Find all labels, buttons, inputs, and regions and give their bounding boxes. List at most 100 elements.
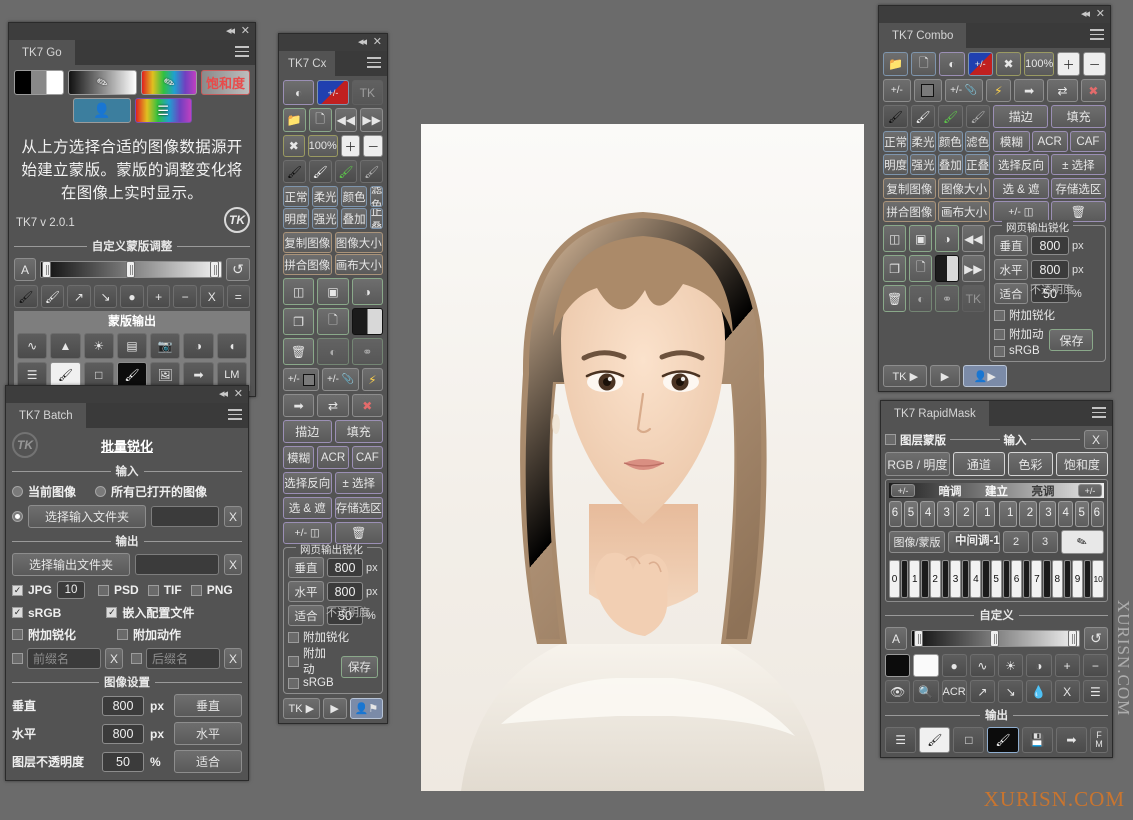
checkbox-suffix[interactable] xyxy=(131,653,142,664)
caf-button[interactable]: CAF xyxy=(351,446,383,469)
piano-key-4-sharp[interactable] xyxy=(982,560,990,598)
tab-tk7-rapidmask[interactable]: TK7 RapidMask xyxy=(881,401,989,426)
swap-icon[interactable]: ⇄ xyxy=(1047,79,1078,102)
panel-menu-icon[interactable] xyxy=(1090,29,1104,40)
image-mask-button[interactable]: 图像/蒙版 xyxy=(889,531,945,553)
source-bw-ramp[interactable] xyxy=(14,70,65,95)
slider-reset-button[interactable]: ↺ xyxy=(1084,627,1108,650)
blend-color[interactable]: 颜色 xyxy=(937,131,963,152)
apply-icon[interactable]: ➡ xyxy=(283,394,315,417)
piano-key-4[interactable]: 4 xyxy=(970,560,982,598)
swap-icon[interactable]: ⇄ xyxy=(317,394,349,417)
jpg-quality-field[interactable]: 10 xyxy=(57,581,86,599)
web-horizontal-button[interactable]: 水平 xyxy=(993,259,1028,280)
source-layers[interactable]: ☰ xyxy=(134,98,192,123)
checkbox-srgb[interactable]: ✓ xyxy=(12,607,23,618)
vertical-value-field[interactable]: 800 xyxy=(102,695,144,716)
merge-icon[interactable]: ◐ xyxy=(317,338,349,365)
horizontal-button[interactable]: 水平 xyxy=(174,722,242,745)
new-layer-icon[interactable]: ◫ xyxy=(883,225,907,252)
piano-key-3[interactable]: 3 xyxy=(950,560,961,598)
invert-selection-button[interactable]: 选择反向 xyxy=(993,154,1049,175)
mask-layer-icon[interactable]: ▣ xyxy=(909,225,933,252)
panel-menu-icon[interactable] xyxy=(1092,407,1106,418)
minus-button[interactable]: − xyxy=(1082,654,1108,677)
zoom-in-icon[interactable]: ＋ xyxy=(1057,52,1081,76)
blend-screen[interactable]: 滤色 xyxy=(370,186,384,207)
plus-minus-marquee-icon[interactable]: +/- ◫ xyxy=(283,522,332,544)
save-selection-button[interactable]: 存储选区 xyxy=(1050,178,1106,199)
light-plus-minus-button[interactable]: +/- xyxy=(1078,484,1102,497)
close-icon[interactable]: ✕ xyxy=(1096,7,1105,21)
web-horizontal-field[interactable]: 800 xyxy=(1030,260,1069,279)
piano-key-8-sharp[interactable] xyxy=(1063,560,1072,598)
mid-3-button[interactable]: 3 xyxy=(1032,531,1058,553)
brush-dark-icon[interactable]: 🖌 xyxy=(987,727,1019,753)
web-vertical-field[interactable]: 800 xyxy=(327,558,363,577)
menu-icon[interactable]: ☰ xyxy=(1082,680,1108,703)
fill-button[interactable]: 填充 xyxy=(1051,105,1106,128)
x-button[interactable]: X xyxy=(1054,680,1080,703)
cancel-x-icon[interactable]: ✖ xyxy=(1080,79,1107,102)
light-5-button[interactable]: 5 xyxy=(1074,501,1089,527)
brush-gray-icon[interactable]: 🖌 xyxy=(965,105,991,128)
brush-black-icon[interactable]: 🖌 xyxy=(883,105,908,128)
tab-tk7-cx[interactable]: TK7 Cx xyxy=(279,51,336,76)
slider-letter-button[interactable]: A xyxy=(885,627,907,650)
clear-output-button[interactable]: X xyxy=(224,554,242,575)
trash-icon[interactable]: 🗑 xyxy=(883,285,907,312)
zoom-out-icon[interactable]: － xyxy=(363,135,384,157)
checkbox-psd[interactable] xyxy=(98,584,110,596)
tab-tk7-combo[interactable]: TK7 Combo xyxy=(879,23,967,48)
collapse-icon[interactable]: ◂◂ xyxy=(226,24,235,38)
checkbox-extra-sharpen[interactable] xyxy=(12,629,23,640)
close-icon[interactable]: ✕ xyxy=(241,24,250,38)
checkbox-png[interactable] xyxy=(190,584,202,596)
x-button[interactable]: X xyxy=(199,285,224,308)
collapse-icon[interactable]: ◂◂ xyxy=(358,35,367,49)
white-swatch[interactable] xyxy=(913,654,939,677)
plus-minus-marquee-icon[interactable]: +/- ◫ xyxy=(993,201,1049,222)
blend-normal[interactable]: 正常 xyxy=(883,131,909,152)
plus-minus-color-icon[interactable]: +/- xyxy=(317,80,349,105)
lightning-icon[interactable]: ⚡ xyxy=(361,368,383,391)
play-button[interactable]: ▶ xyxy=(930,365,960,387)
prefix-input[interactable]: 前缀名 xyxy=(27,648,101,669)
blur-button[interactable]: 模糊 xyxy=(993,131,1030,152)
tk-play-button[interactable]: TK ▶ xyxy=(283,698,320,719)
piano-key-1[interactable]: 1 xyxy=(909,560,921,598)
curves-icon[interactable]: ∿ xyxy=(17,333,48,359)
duplicate-layer-icon[interactable]: ❐ xyxy=(883,255,907,282)
save-button[interactable]: 保存 xyxy=(340,656,378,678)
web-horizontal-field[interactable]: 800 xyxy=(327,582,363,601)
checkbox-extra-action[interactable] xyxy=(993,328,1005,340)
forward-icon[interactable]: ▶▶ xyxy=(961,255,985,282)
checkbox-jpg[interactable]: ✓ xyxy=(12,584,23,596)
web-horizontal-button[interactable]: 水平 xyxy=(288,581,324,602)
circle-icon[interactable]: ● xyxy=(941,654,967,677)
brush-green-icon[interactable]: 🖌 xyxy=(334,160,358,183)
tab-tk7-go[interactable]: TK7 Go xyxy=(9,40,75,65)
brush-gray-icon[interactable]: 🖌 xyxy=(360,160,383,183)
checkbox-extra-action[interactable] xyxy=(117,629,129,640)
plus-minus-style-icon[interactable]: +/- 📎 xyxy=(322,368,359,391)
dark-plus-minus-button[interactable]: +/- xyxy=(891,484,915,497)
person-flag-icon[interactable]: 👤⚑ xyxy=(349,698,383,719)
piano-key-3-sharp[interactable] xyxy=(962,560,970,598)
web-vertical-button[interactable]: 垂直 xyxy=(288,557,324,578)
new-doc-icon[interactable]: 🗋 xyxy=(308,108,332,132)
blend-color[interactable]: 颜色 xyxy=(341,186,368,207)
tab-tk7-batch[interactable]: TK7 Batch xyxy=(6,403,86,428)
expand-icon[interactable]: ↗ xyxy=(969,680,995,703)
blend-overlay[interactable]: 叠加 xyxy=(341,208,368,229)
fit-icon[interactable]: ✖ xyxy=(283,135,305,157)
blend-soft-light[interactable]: 柔光 xyxy=(312,186,339,207)
checkbox-extra-sharpen[interactable] xyxy=(288,631,299,643)
piano-key-7-sharp[interactable] xyxy=(1043,560,1051,598)
menu-icon[interactable]: ☰ xyxy=(885,727,917,753)
person-flag-icon[interactable]: 👤▶ xyxy=(962,365,1007,387)
close-icon[interactable]: ✕ xyxy=(373,35,382,49)
blend-multiply[interactable]: 正叠 xyxy=(964,154,991,175)
horizontal-value-field[interactable]: 800 xyxy=(102,723,144,744)
contract-icon[interactable]: ↘ xyxy=(93,285,118,308)
